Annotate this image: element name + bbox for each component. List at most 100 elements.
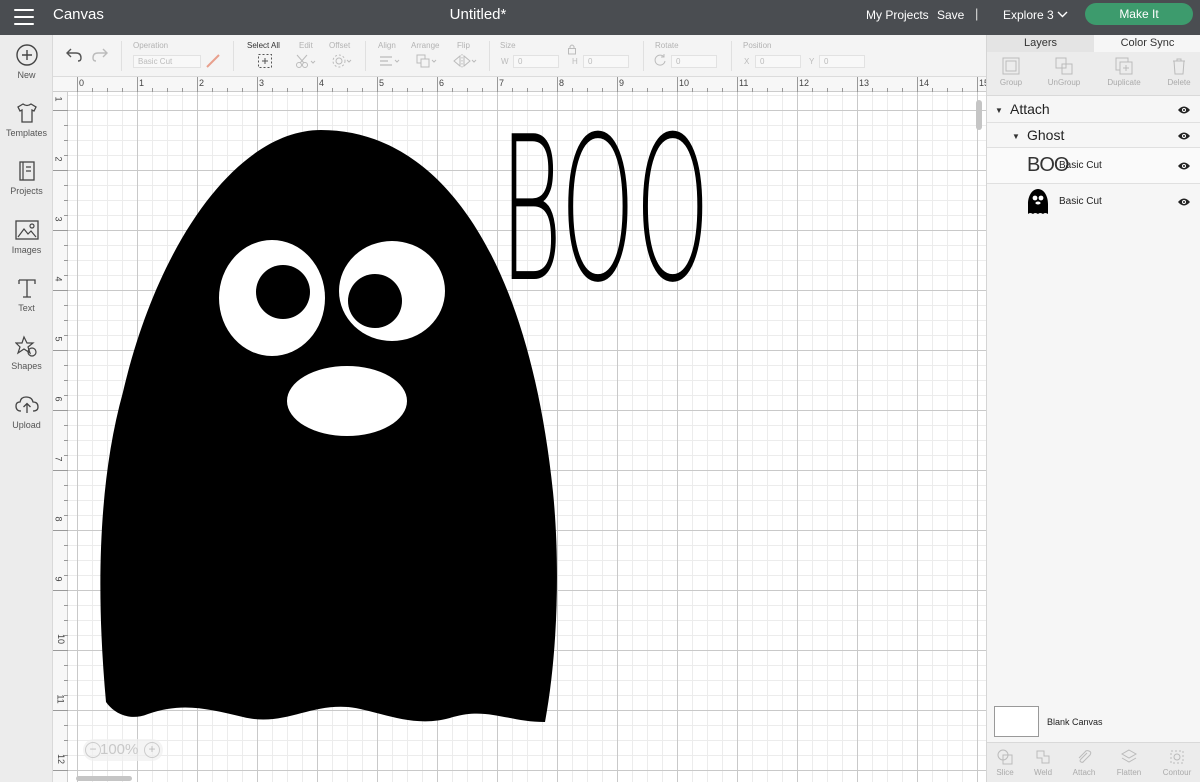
flatten-button[interactable]: Flatten	[1107, 748, 1151, 777]
rotate-icon[interactable]	[653, 53, 667, 67]
attach-button[interactable]: Attach	[1062, 748, 1106, 777]
ruler-top-label: 6	[439, 78, 445, 88]
ruler-left-label: 7	[53, 456, 64, 462]
collapse-triangle-icon[interactable]: ▼	[1012, 132, 1020, 141]
plus-circle-icon	[15, 44, 38, 66]
tshirt-icon	[16, 103, 37, 123]
operation-dropdown[interactable]: Basic Cut	[133, 55, 201, 68]
layer-ghost-group[interactable]: ▼ Ghost	[987, 123, 1200, 148]
make-it-button[interactable]: Make It	[1085, 3, 1193, 25]
contour-button[interactable]: Contour	[1155, 748, 1199, 777]
collapse-triangle-icon[interactable]: ▼	[995, 106, 1003, 115]
align-icon[interactable]	[378, 53, 402, 69]
horizontal-scrollbar[interactable]	[76, 776, 132, 781]
ruler-top-label: 9	[619, 78, 625, 88]
flatten-label: Flatten	[1116, 768, 1142, 777]
edit-label: Edit	[299, 41, 313, 50]
rail-upload[interactable]: Upload	[0, 393, 53, 430]
edit-scissors-icon[interactable]	[295, 53, 317, 69]
ruler-top-label: 3	[259, 78, 265, 88]
layer-attach-group[interactable]: ▼ Attach	[987, 97, 1200, 123]
rail-new-label: New	[17, 70, 36, 80]
duplicate-icon	[1115, 57, 1133, 75]
document-title[interactable]: Untitled*	[0, 6, 956, 23]
offset-label: Offset	[329, 41, 351, 50]
flip-icon[interactable]	[452, 53, 478, 69]
ruler-left-label: 4	[53, 276, 64, 282]
rail-shapes[interactable]: Shapes	[0, 334, 53, 371]
ruler-top-label: 12	[799, 78, 810, 88]
eye-icon[interactable]	[1177, 197, 1191, 207]
blank-canvas-layer[interactable]: Blank Canvas	[987, 703, 1200, 743]
trash-icon	[1173, 58, 1185, 75]
eye-icon[interactable]	[1177, 131, 1191, 141]
rail-projects[interactable]: Projects	[0, 159, 53, 196]
eye-icon[interactable]	[1177, 161, 1191, 171]
rail-upload-label: Upload	[12, 420, 41, 430]
layer-item-boo[interactable]: BOO Basic Cut	[987, 148, 1200, 184]
zoom-control: − 100% +	[83, 739, 163, 761]
position-y-input[interactable]: 0	[819, 55, 865, 68]
delete-button[interactable]: Delete	[1154, 56, 1200, 87]
rail-images[interactable]: Images	[0, 218, 53, 255]
ruler-top-label: 0	[79, 78, 85, 88]
ungroup-button[interactable]: UnGroup	[1039, 56, 1089, 87]
pen-color-icon[interactable]	[205, 53, 221, 69]
notebook-icon	[18, 161, 35, 181]
my-projects-link[interactable]: My Projects	[866, 8, 929, 22]
select-all-icon[interactable]	[257, 53, 273, 69]
rotate-input[interactable]: 0	[671, 55, 717, 68]
group-label: Group	[999, 78, 1023, 87]
blank-canvas-label: Blank Canvas	[1047, 717, 1103, 727]
ruler-top-label: 4	[319, 78, 325, 88]
undo-icon[interactable]	[65, 47, 83, 63]
position-x-input[interactable]: 0	[755, 55, 801, 68]
contour-label: Contour	[1162, 768, 1192, 777]
arrange-icon[interactable]	[415, 53, 439, 69]
contour-icon	[1170, 750, 1184, 764]
layer-item-ghost[interactable]: Basic Cut	[987, 184, 1200, 220]
artwork: BOO	[100, 94, 710, 722]
save-button[interactable]: Save	[937, 8, 964, 22]
tab-color-sync[interactable]: Color Sync	[1094, 35, 1200, 52]
offset-icon[interactable]	[331, 53, 353, 69]
design-canvas[interactable]: BOO	[68, 92, 986, 782]
ghost-shape[interactable]	[100, 130, 557, 722]
ruler-top-label: 1	[139, 78, 145, 88]
machine-selector[interactable]: Explore 3	[1003, 8, 1068, 22]
ruler-top-label: 5	[379, 78, 385, 88]
group-button[interactable]: Group	[986, 56, 1036, 87]
ruler-left-label: 2	[53, 156, 64, 162]
rotate-label: Rotate	[655, 41, 679, 50]
eye-icon[interactable]	[1177, 105, 1191, 115]
boo-text[interactable]: BOO	[500, 94, 710, 327]
layer-attach-name: Attach	[1010, 101, 1050, 117]
layer-item-boo-label: Basic Cut	[1059, 160, 1102, 171]
size-height-input[interactable]: 0	[583, 55, 629, 68]
weld-button[interactable]: Weld	[1021, 748, 1065, 777]
rail-templates[interactable]: Templates	[0, 101, 53, 138]
rail-images-label: Images	[11, 245, 42, 255]
rail-text[interactable]: Text	[0, 276, 53, 313]
size-width-input[interactable]: 0	[513, 55, 559, 68]
zoom-out-button[interactable]: −	[85, 742, 101, 758]
rail-templates-label: Templates	[5, 128, 48, 138]
tab-layers[interactable]: Layers	[987, 35, 1094, 52]
ruler-top-ticks	[77, 77, 978, 92]
attach-label: Attach	[1072, 768, 1096, 777]
ruler-left-label: 6	[53, 396, 64, 402]
zoom-in-button[interactable]: +	[144, 742, 160, 758]
ruler-top-label: 10	[679, 78, 690, 88]
rail-new[interactable]: New	[0, 43, 53, 80]
duplicate-button[interactable]: Duplicate	[1099, 56, 1149, 87]
cloud-upload-icon	[14, 396, 39, 413]
redo-icon[interactable]	[91, 47, 109, 63]
lock-icon[interactable]	[567, 43, 577, 55]
ruler-left-label: 9	[53, 576, 64, 582]
ruler-left-label: 3	[53, 216, 64, 222]
vertical-scrollbar[interactable]	[976, 100, 982, 130]
weld-label: Weld	[1033, 768, 1053, 777]
ruler-top-label: 11	[739, 78, 749, 88]
ruler-left-label: 8	[53, 516, 64, 522]
ruler-top-label: 7	[499, 78, 505, 88]
